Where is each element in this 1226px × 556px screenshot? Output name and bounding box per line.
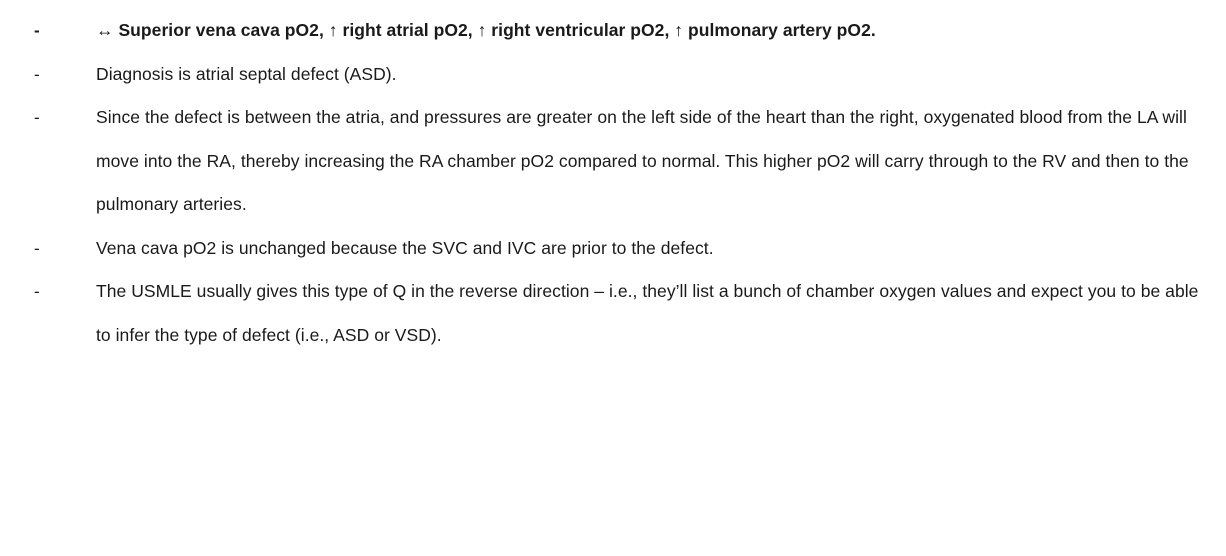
bullet-list: - ↔ Superior vena cava pO2, ↑ right atri… [0,9,1226,357]
list-item-text: Since the defect is between the atria, a… [96,107,1189,214]
list-item-text: The USMLE usually gives this type of Q i… [96,281,1199,345]
list-item-text: Vena cava pO2 is unchanged because the S… [96,237,714,258]
bullet-dash: - [34,282,40,301]
document-page: - ↔ Superior vena cava pO2, ↑ right atri… [0,0,1226,556]
bullet-dash: - [34,108,40,127]
list-item: - The USMLE usually gives this type of Q… [0,270,1226,357]
list-item: - ↔ Superior vena cava pO2, ↑ right atri… [0,9,1226,53]
list-item: - Vena cava pO2 is unchanged because the… [0,227,1226,271]
bullet-dash: - [34,238,40,258]
list-item-text: Diagnosis is atrial septal defect (ASD). [96,63,397,84]
list-item-text: ↔ Superior vena cava pO2, ↑ right atrial… [96,20,876,40]
bullet-dash: - [34,21,40,40]
bullet-dash: - [34,64,40,84]
list-item: - Diagnosis is atrial septal defect (ASD… [0,53,1226,97]
list-item: - Since the defect is between the atria,… [0,96,1226,227]
